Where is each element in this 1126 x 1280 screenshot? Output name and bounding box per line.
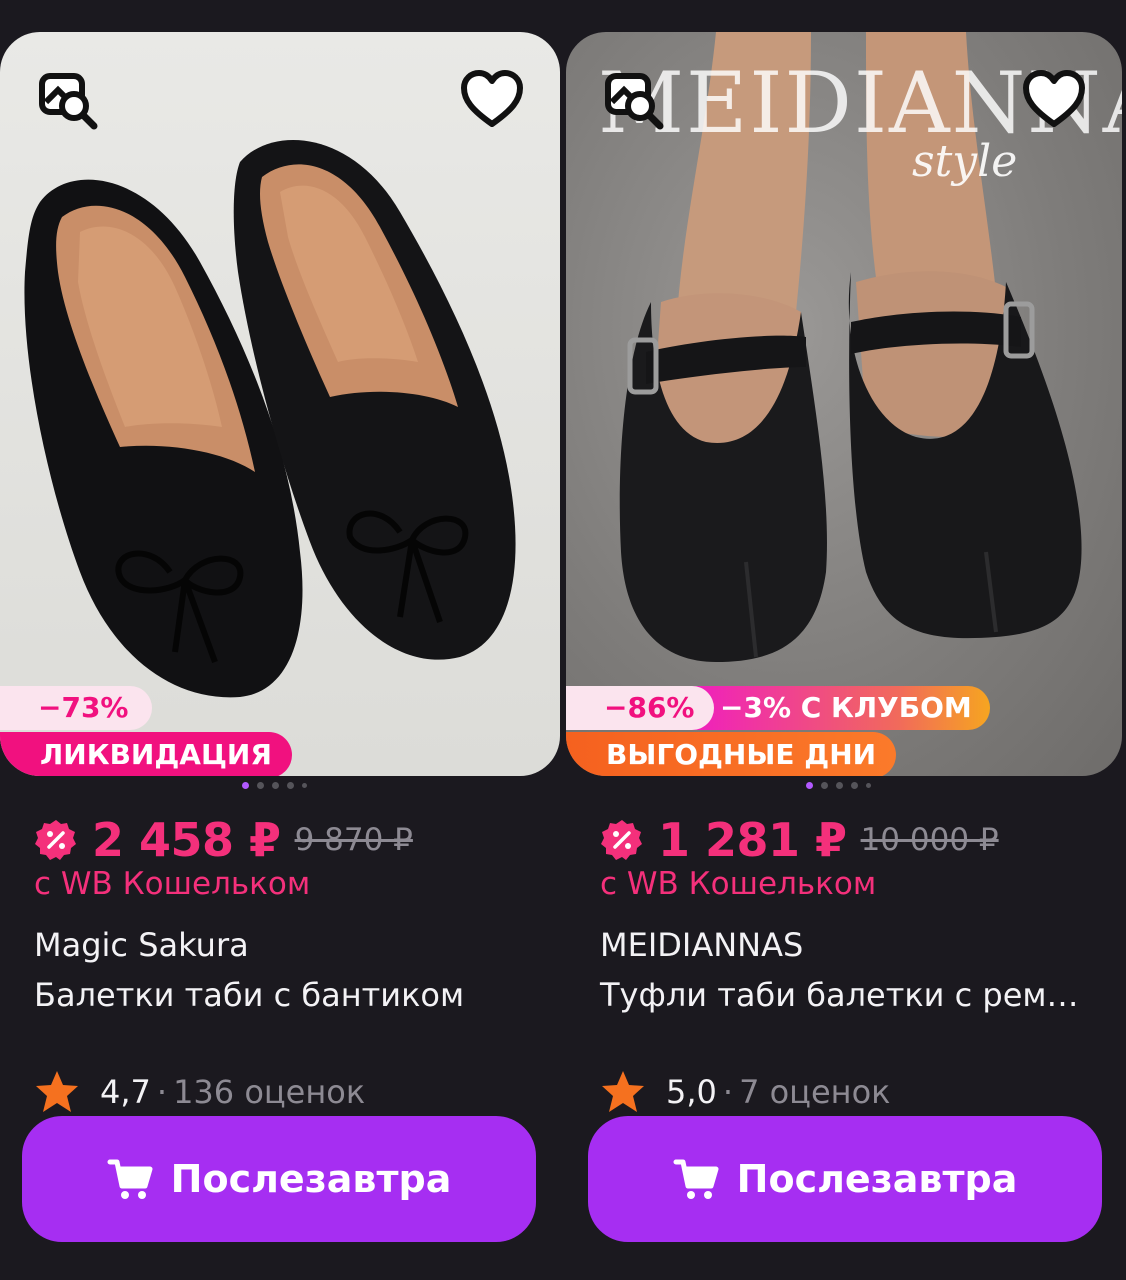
product-image[interactable]: MEIDIANNAS style −86% −3% С КЛУБОМ ВЫГОД… <box>566 32 1122 776</box>
pager-dot <box>272 782 279 789</box>
heart-icon <box>461 70 523 127</box>
cart-icon <box>673 1159 719 1199</box>
button-label: Послезавтра <box>736 1157 1018 1201</box>
pager-dot <box>851 782 858 789</box>
old-price: 9 870 ₽ <box>294 822 413 858</box>
reviews-count[interactable]: 7 оценок <box>739 1073 890 1111</box>
add-to-cart-button[interactable]: Послезавтра <box>22 1116 536 1242</box>
pager-dot <box>866 783 871 788</box>
pager-dot-active <box>242 782 249 789</box>
current-price: 2 458 ₽ <box>92 813 281 867</box>
search-image-icon <box>605 73 664 130</box>
star-icon <box>602 1071 644 1112</box>
current-price: 1 281 ₽ <box>658 813 847 867</box>
rating-value: 4,7 <box>100 1073 151 1111</box>
button-label: Послезавтра <box>170 1157 452 1201</box>
product-title[interactable]: Балетки таби с бантиком <box>34 976 464 1014</box>
product-brand[interactable]: Magic Sakura <box>34 926 249 964</box>
pager-dot <box>302 783 307 788</box>
pager-dot <box>836 782 843 789</box>
image-pager <box>806 782 871 790</box>
discount-badge: −73% <box>0 686 153 730</box>
old-price: 10 000 ₽ <box>860 822 999 858</box>
reviews-count[interactable]: 136 оценок <box>173 1073 365 1111</box>
star-icon <box>36 1071 78 1112</box>
product-brand[interactable]: MEIDIANNAS <box>600 926 803 964</box>
price-row: 2 458 ₽ 9 870 ₽ <box>34 810 413 870</box>
image-pager <box>242 782 307 790</box>
pager-dot <box>287 782 294 789</box>
rating-separator: · <box>722 1073 734 1111</box>
image-search-button[interactable] <box>600 66 668 134</box>
rating-value: 5,0 <box>666 1073 717 1111</box>
favorite-button[interactable] <box>1020 66 1088 134</box>
ballet-flats-image <box>24 139 516 698</box>
search-image-icon <box>39 73 98 130</box>
promo-badge: ВЫГОДНЫЕ ДНИ <box>566 732 897 776</box>
discount-badge: −86% <box>566 686 715 730</box>
favorite-button[interactable] <box>458 66 526 134</box>
product-image[interactable]: −73% ЛИКВИДАЦИЯ <box>0 32 560 776</box>
product-card[interactable]: MEIDIANNAS style −86% −3% С КЛУБОМ ВЫГОД… <box>566 32 1122 1252</box>
wallet-note: с WB Кошельком <box>34 866 311 902</box>
price-row: 1 281 ₽ 10 000 ₽ <box>600 810 999 870</box>
add-to-cart-button[interactable]: Послезавтра <box>588 1116 1102 1242</box>
wallet-note: с WB Кошельком <box>600 866 877 902</box>
brand-watermark-style: style <box>912 136 1018 187</box>
club-discount-badge[interactable]: −3% С КЛУБОМ <box>684 686 990 730</box>
promo-badge: ЛИКВИДАЦИЯ <box>0 732 292 776</box>
rating-row: 4,7 · 136 оценок <box>34 1068 365 1116</box>
product-card[interactable]: −73% ЛИКВИДАЦИЯ 2 458 ₽ 9 870 ₽ с WB Кош… <box>0 32 560 1252</box>
wallet-discount-icon <box>35 820 76 860</box>
rating-separator: · <box>156 1073 168 1111</box>
product-title[interactable]: Туфли таби балетки с рем… <box>600 976 1079 1014</box>
cart-icon <box>107 1159 153 1199</box>
pager-dot-active <box>806 782 813 789</box>
pager-dot <box>821 782 828 789</box>
rating-row: 5,0 · 7 оценок <box>600 1068 890 1116</box>
heart-icon <box>1023 70 1085 127</box>
pager-dot <box>257 782 264 789</box>
image-search-button[interactable] <box>34 66 102 134</box>
wallet-discount-icon <box>601 820 642 860</box>
